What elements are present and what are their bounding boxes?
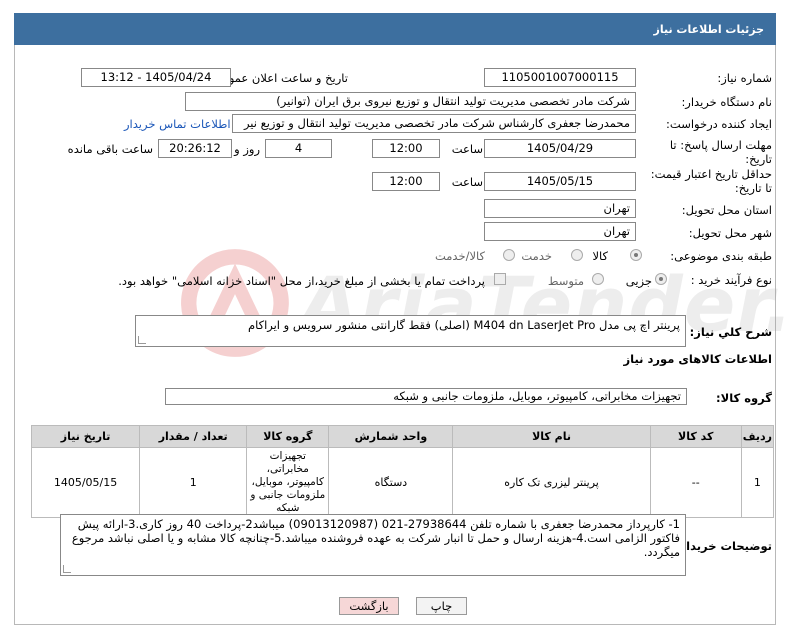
- deadline-label-date: تاریخ:: [745, 152, 772, 166]
- deadline-time-field: 12:00: [372, 139, 440, 158]
- category-label: طبقه بندی موضوعی:: [670, 249, 772, 263]
- col-header: گروه کالا: [246, 425, 330, 448]
- col-header: تعداد / مقدار: [139, 425, 248, 448]
- validity-date-field: 1405/05/15: [484, 172, 636, 191]
- print-button[interactable]: چاپ: [416, 597, 467, 615]
- category-radio-goods-service[interactable]: [503, 249, 515, 261]
- col-header: نام کالا: [452, 425, 651, 448]
- col-header: کد کالا: [649, 425, 742, 448]
- deadline-label: مهلت ارسال پاسخ: تا: [669, 138, 772, 152]
- process-option-minor: جزیی: [625, 274, 652, 288]
- goods-section-title: اطلاعات کالاهای مورد نیاز: [623, 352, 772, 366]
- requester-field: محمدرضا جعفری کارشناس شرکت مادر تخصصی مد…: [232, 114, 636, 133]
- buyer-notes-text: 1- کارپرداز محمدرضا جعفری با شماره تلفن …: [71, 517, 680, 559]
- process-option-medium: متوسط: [547, 274, 584, 288]
- category-option-service: خدمت: [521, 249, 552, 263]
- province-label: استان محل تحویل:: [681, 203, 772, 217]
- goods-table: ردیف کد کالا نام کالا واحد شمارش گروه کا…: [30, 425, 775, 518]
- cell-goods-name: پرینتر لیزری تک کاره: [452, 447, 651, 518]
- process-label: نوع فرآیند خرید :: [690, 273, 772, 287]
- table-row: 1 -- پرینتر لیزری تک کاره دستگاه تجهیزات…: [30, 447, 775, 518]
- buyer-notes-textarea: 1- کارپرداز محمدرضا جعفری با شماره تلفن …: [60, 514, 686, 576]
- treasury-payment-note: پرداخت تمام یا بخشی از مبلغ خرید،از محل …: [118, 274, 485, 288]
- summary-textarea: پرینتر اچ پی مدل M404 dn LaserJet Pro (ا…: [135, 315, 686, 347]
- cell-unit: دستگاه: [328, 447, 454, 518]
- validity-label: حداقل تاریخ اعتبار قیمت:: [650, 167, 772, 181]
- deadline-date-field: 1405/04/29: [484, 139, 636, 158]
- buyer-contact-link[interactable]: اطلاعات تماس خریدار: [124, 117, 231, 131]
- process-radio-medium[interactable]: [592, 273, 604, 285]
- requester-label: ایجاد کننده درخواست:: [666, 117, 772, 131]
- summary-text: پرینتر اچ پی مدل M404 dn LaserJet Pro (ا…: [247, 318, 680, 332]
- cell-need-date: 1405/05/15: [30, 447, 141, 518]
- remaining-label: ساعت باقی مانده: [67, 142, 153, 156]
- province-field: تهران: [484, 199, 636, 218]
- days-remaining-field: 4: [265, 139, 332, 158]
- col-header: تاریخ نیاز: [30, 425, 141, 448]
- cell-goods-code: --: [649, 447, 742, 518]
- category-option-goods: کالا: [592, 249, 608, 263]
- page-header: جزئیات اطلاعات نیاز: [14, 13, 776, 45]
- buyer-notes-label: توضیحات خریدار:: [674, 539, 772, 553]
- validity-time-field: 12:00: [372, 172, 440, 191]
- cell-quantity: 1: [139, 447, 248, 518]
- treasury-payment-checkbox[interactable]: [494, 273, 506, 285]
- deadline-time-label: ساعت: [451, 142, 483, 156]
- buyer-org-field: شرکت مادر تخصصی مدیریت تولید انتقال و تو…: [185, 92, 636, 111]
- col-header: واحد شمارش: [328, 425, 454, 448]
- category-option-goods-service: کالا/خدمت: [434, 249, 485, 263]
- need-number-label: شماره نیاز:: [717, 71, 772, 85]
- cell-goods-group: تجهیزات مخابراتی، کامپیوتر، موبایل، ملزو…: [246, 447, 330, 518]
- page-title: جزئیات اطلاعات نیاز: [653, 23, 765, 36]
- category-radio-goods[interactable]: [630, 249, 642, 261]
- validity-label-date: تا تاریخ:: [734, 181, 772, 195]
- announce-datetime-field: 1405/04/24 - 13:12: [81, 68, 231, 87]
- days-label: روز و: [234, 142, 260, 156]
- process-radio-minor[interactable]: [655, 273, 667, 285]
- cell-row-number: 1: [740, 447, 775, 518]
- need-number-field: 1105001007000115: [484, 68, 636, 87]
- category-radio-service[interactable]: [571, 249, 583, 261]
- col-header: ردیف: [740, 425, 775, 448]
- remaining-time-field: 20:26:12: [158, 139, 232, 158]
- goods-table-header: ردیف کد کالا نام کالا واحد شمارش گروه کا…: [30, 425, 775, 448]
- buyer-org-label: نام دستگاه خریدار:: [681, 95, 772, 109]
- goods-group-label: گروه کالا:: [716, 391, 772, 405]
- goods-group-field: تجهیزات مخابراتی، کامپیوتر، موبایل، ملزو…: [165, 388, 687, 405]
- resize-grip-icon[interactable]: [63, 565, 71, 573]
- city-field: تهران: [484, 222, 636, 241]
- validity-time-label: ساعت: [451, 175, 483, 189]
- resize-grip-icon[interactable]: [138, 336, 146, 344]
- back-button[interactable]: بازگشت: [339, 597, 399, 615]
- city-label: شهر محل تحویل:: [688, 226, 772, 240]
- summary-label: شرح کلي نياز:: [689, 325, 772, 339]
